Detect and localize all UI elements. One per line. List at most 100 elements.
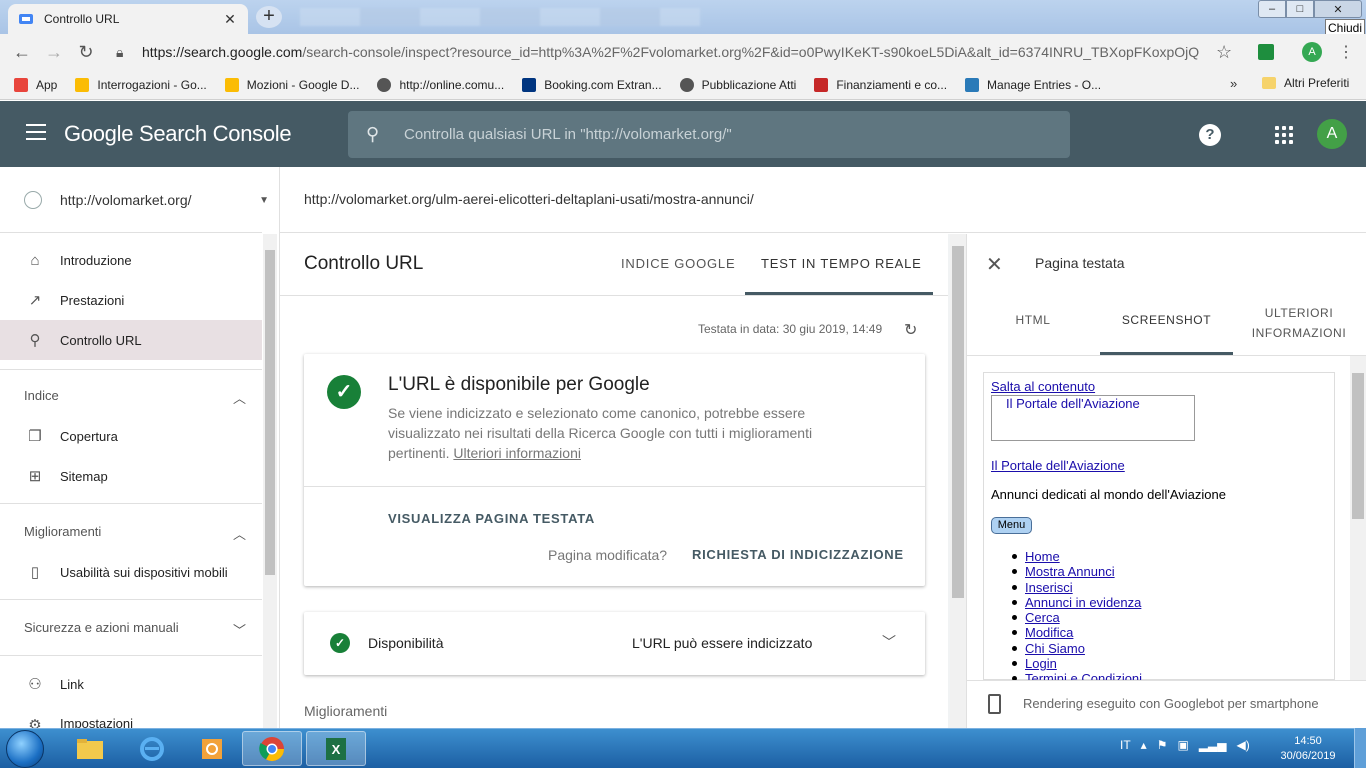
maximize-button[interactable]: □ (1286, 0, 1314, 18)
excel-icon[interactable]: X (306, 731, 366, 766)
address-bar[interactable]: 🔒︎ https://search.google.com/search-cons… (108, 38, 1248, 66)
sidebar-item-label: Prestazioni (60, 292, 125, 308)
sidebar-item-label: Link (60, 676, 84, 692)
bookmark-label: App (36, 77, 58, 92)
bookmark-item[interactable]: Pubblicazione Atti (679, 77, 796, 92)
globe-icon (679, 77, 694, 92)
browser-menu-icon[interactable]: ⋮ (1338, 42, 1354, 62)
sidebar-section-indice[interactable]: Indice ︿ (24, 388, 246, 407)
browser-tab[interactable]: Controllo URL ✕ (8, 4, 248, 34)
language-indicator[interactable]: IT (1120, 738, 1131, 752)
menu-link: Home (1025, 549, 1060, 564)
view-tested-page-button[interactable]: VISUALIZZA PAGINA TESTATA (388, 511, 595, 526)
clock-time: 14:50 (1294, 735, 1322, 747)
check-circle-icon: ✓ (327, 375, 361, 409)
sidebar-item-prestazioni[interactable]: ↗ Prestazioni (0, 280, 262, 320)
chrome-icon[interactable] (242, 731, 302, 766)
browser-profile-avatar[interactable]: A (1302, 42, 1322, 62)
app-logo[interactable]: Google Search Console (64, 121, 292, 147)
tab-ulteriori-informazioni[interactable]: ULTERIORI INFORMAZIONI (1245, 303, 1353, 343)
copy-icon: ❐ (28, 428, 42, 445)
action-center-flag-icon[interactable]: ⚑ (1157, 738, 1168, 752)
sidebar-item-label: Controllo URL (60, 332, 142, 348)
forward-icon[interactable]: → (38, 42, 70, 63)
settings-icon: ⚙ (28, 717, 42, 728)
property-selector[interactable]: http://volomarket.org/ ▼ (24, 186, 269, 214)
menu-link: Cerca (1025, 610, 1060, 626)
menu-link: Annunci in evidenza (1025, 594, 1142, 610)
bookmark-item[interactable]: Interrogazioni - Go... (75, 77, 207, 92)
extension-icon[interactable] (1258, 44, 1274, 60)
page-modified-label: Pagina modificata? (548, 547, 668, 563)
reload-icon[interactable]: ↻ (70, 42, 102, 63)
bookmark-item[interactable]: http://online.comu... (377, 77, 505, 92)
url-inspect-search-input[interactable]: ⚲ Controlla qualsiasi URL in "http://vol… (348, 111, 1070, 158)
search-console-favicon-icon (19, 14, 33, 24)
flag-icon (814, 77, 829, 92)
sidebar-divider (0, 232, 262, 233)
hamburger-menu-icon[interactable] (26, 124, 46, 140)
sidebar-item-label: Usabilità sui dispositivi mobili (60, 564, 228, 580)
learn-more-link[interactable]: Ulteriori informazioni (453, 445, 581, 461)
other-bookmarks-label: Altri Preferiti (1284, 76, 1350, 90)
outlook-icon[interactable] (184, 731, 244, 766)
bookmarks-overflow-button[interactable]: » (1230, 76, 1237, 91)
help-icon[interactable]: ? (1199, 124, 1221, 146)
sidebar-item-impostazioni[interactable]: ⚙ Impostazioni (0, 704, 262, 728)
bookmark-star-icon[interactable]: ☆ (1216, 42, 1232, 63)
main-scrollbar-thumb[interactable] (952, 246, 964, 598)
sidebar-item-copertura[interactable]: ❐ Copertura (0, 416, 262, 456)
tab-test-tempo-reale[interactable]: TEST IN TEMPO REALE (761, 256, 922, 271)
screenshot-scrollbar-thumb[interactable] (1352, 373, 1364, 519)
other-bookmarks-folder[interactable]: Altri Preferiti (1262, 76, 1349, 90)
start-button[interactable] (6, 730, 44, 768)
bookmark-item[interactable]: Manage Entries - O... (965, 77, 1102, 92)
google-apps-icon[interactable] (1275, 126, 1293, 144)
site-menu-button: Menu (991, 517, 1032, 534)
show-desktop-button[interactable] (1354, 728, 1366, 768)
volume-icon[interactable]: ◀) (1237, 738, 1250, 752)
minimize-button[interactable]: – (1258, 0, 1286, 18)
network-signal-icon[interactable]: ▂▃▅ (1199, 738, 1227, 752)
sidebar-item-introduzione[interactable]: ⌂ Introduzione (0, 240, 262, 280)
bookmark-label: Mozioni - Google D... (246, 77, 360, 92)
bookmark-label: http://online.comu... (399, 77, 505, 92)
menu-link: Chi Siamo (1025, 640, 1085, 656)
folder-icon (1262, 77, 1276, 89)
account-avatar[interactable]: A (1317, 119, 1347, 149)
sitemap-icon: ⊞ (28, 468, 42, 485)
internet-explorer-icon[interactable] (122, 731, 182, 766)
bookmark-label: Manage Entries - O... (987, 77, 1102, 92)
smartphone-icon (988, 694, 1001, 714)
show-hidden-icons-icon[interactable]: ▴ (1141, 738, 1147, 752)
tab-indice-google[interactable]: INDICE GOOGLE (621, 256, 735, 271)
device-icon[interactable]: ▣ (1177, 738, 1188, 752)
new-tab-button[interactable]: + (256, 6, 282, 28)
back-icon[interactable]: ← (6, 42, 38, 63)
sidebar-section-sicurezza[interactable]: Sicurezza e azioni manuali ﹀ (24, 620, 246, 639)
sidebar-item-usabilita-mobile[interactable]: ▯ Usabilità sui dispositivi mobili (0, 552, 262, 592)
system-clock[interactable]: 14:50 30/06/2019 (1278, 734, 1338, 764)
sidebar-section-miglioramenti[interactable]: Miglioramenti ︿ (24, 524, 246, 543)
sidebar-item-controllo-url[interactable]: ⚲ Controllo URL (0, 320, 262, 360)
bookmark-item[interactable]: Finanziamenti e co... (814, 77, 947, 92)
bookmark-item[interactable]: App (14, 77, 58, 92)
sidebar-item-link[interactable]: ⚇ Link (0, 664, 262, 704)
close-window-button[interactable]: ✕ (1314, 0, 1362, 18)
site-title-link: Il Portale dell'Aviazione (991, 458, 1125, 473)
chevron-down-icon[interactable]: ﹀ (882, 632, 896, 652)
sidebar-scrollbar-thumb[interactable] (265, 250, 275, 575)
site-logo-placeholder: Il Portale dell'Aviazione (991, 395, 1195, 441)
close-icon[interactable]: ✕ (986, 252, 1003, 277)
tab-close-icon[interactable]: ✕ (222, 11, 238, 28)
bookmark-item[interactable]: Mozioni - Google D... (224, 77, 360, 92)
tab-html[interactable]: HTML (1000, 313, 1066, 327)
refresh-icon[interactable]: ↻ (904, 320, 917, 340)
list-item: Inserisci (1011, 579, 1142, 594)
request-indexing-button[interactable]: RICHIESTA DI INDICIZZAZIONE (692, 547, 904, 562)
file-explorer-icon[interactable] (60, 731, 120, 766)
result-description-text: Se viene indicizzato e selezionato come … (388, 405, 813, 461)
bookmark-item[interactable]: Booking.com Extran... (522, 77, 662, 92)
sidebar-item-sitemap[interactable]: ⊞ Sitemap (0, 456, 262, 496)
tab-screenshot[interactable]: SCREENSHOT (1100, 313, 1233, 327)
